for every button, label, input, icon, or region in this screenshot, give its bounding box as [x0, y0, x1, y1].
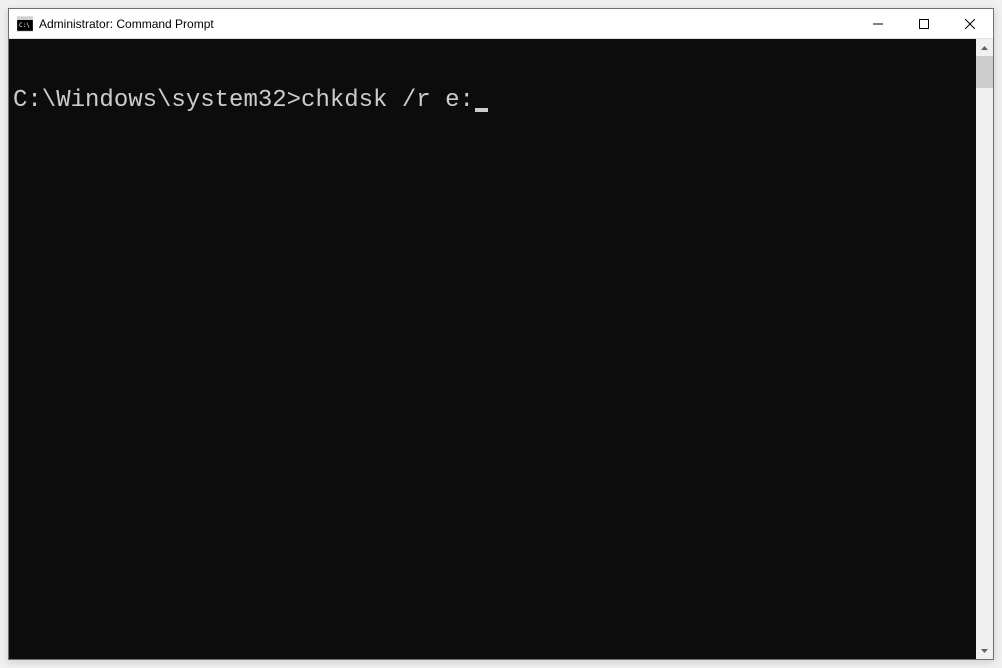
cmd-icon: C:\ [17, 16, 33, 32]
command-input: chkdsk /r e: [301, 87, 474, 114]
titlebar[interactable]: C:\ Administrator: Command Prompt [9, 9, 993, 39]
window-controls [855, 9, 993, 38]
scroll-thumb[interactable] [976, 56, 993, 88]
maximize-button[interactable] [901, 9, 947, 38]
terminal-area: C:\Windows\system32>chkdsk /r e: [9, 39, 993, 659]
maximize-icon [919, 19, 929, 29]
svg-text:C:\: C:\ [19, 22, 30, 29]
vertical-scrollbar[interactable] [976, 39, 993, 659]
scroll-track[interactable] [976, 56, 993, 642]
cursor [475, 108, 488, 112]
command-prompt: C:\Windows\system32> [13, 87, 301, 114]
minimize-button[interactable] [855, 9, 901, 38]
scroll-down-button[interactable] [976, 642, 993, 659]
terminal-content[interactable]: C:\Windows\system32>chkdsk /r e: [9, 39, 976, 659]
command-prompt-window: C:\ Administrator: Command Prompt [8, 8, 994, 660]
close-icon [965, 19, 975, 29]
minimize-icon [873, 19, 883, 29]
close-button[interactable] [947, 9, 993, 38]
chevron-up-icon [981, 46, 988, 50]
window-title: Administrator: Command Prompt [39, 17, 855, 31]
scroll-up-button[interactable] [976, 39, 993, 56]
chevron-down-icon [981, 649, 988, 653]
